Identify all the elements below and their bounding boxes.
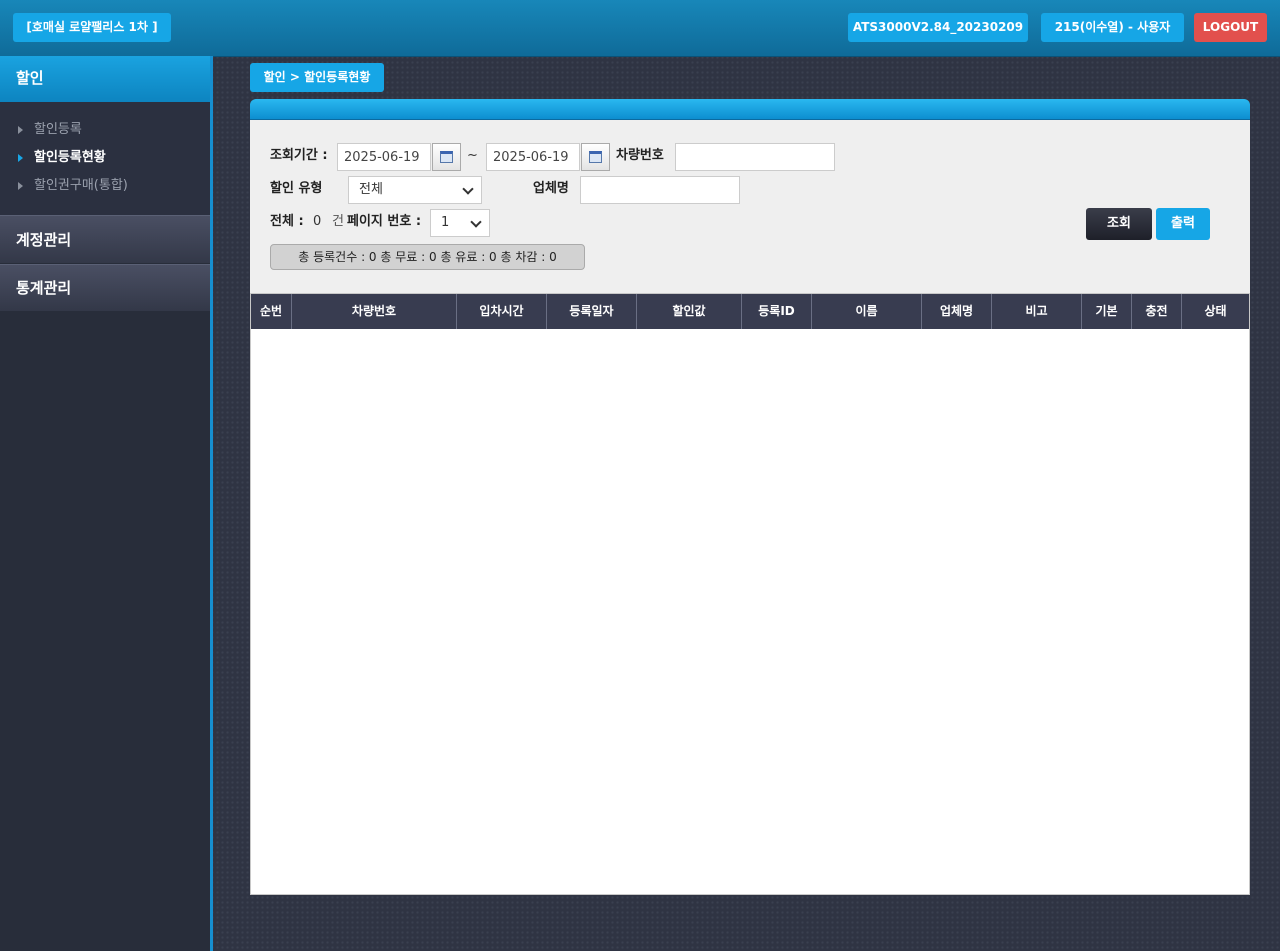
column-header: 기본 [1082,294,1132,329]
plate-input[interactable] [675,143,835,171]
plate-label: 차량번호 [616,148,664,163]
page-select-value: 1 [441,215,450,230]
column-header: 순번 [251,294,292,329]
count-unit: 건 [332,214,344,229]
total-label: 전체 : [270,214,304,229]
sidebar-item-ticket-purchase[interactable]: 할인권구매(통합) [18,176,128,196]
site-name-button[interactable]: [호매실 로얄팰리스 1차 ] [13,13,171,42]
sidebar-menu: 할인등록 할인등록현황 할인권구매(통합) [0,102,210,215]
caret-right-icon [18,125,23,134]
discount-type-label: 할인 유형 [270,181,323,196]
print-button[interactable]: 출력 [1156,208,1210,240]
chevron-down-icon [470,216,482,228]
sidebar-section-account[interactable]: 계정관리 [0,215,210,263]
column-header: 이름 [812,294,922,329]
page-select[interactable]: 1 [430,209,490,237]
date-from-input[interactable] [337,143,431,171]
caret-right-icon [18,153,23,162]
panel-header [250,99,1250,120]
sidebar-item-discount-register[interactable]: 할인등록 [18,120,82,140]
page-label: 페이지 번호 : [347,214,422,229]
caret-right-icon [18,181,23,190]
calendar-icon[interactable] [581,143,610,171]
summary-bar: 총 등록건수 : 0 총 무료 : 0 총 유료 : 0 총 차감 : 0 [270,244,585,270]
date-to-input[interactable] [486,143,580,171]
column-header: 등록ID [742,294,812,329]
column-header: 차량번호 [292,294,457,329]
sidebar-item-label: 할인권구매(통합) [34,178,128,193]
discount-type-select[interactable]: 전체 [348,176,482,204]
column-header: 등록일자 [547,294,637,329]
chevron-down-icon [462,183,474,195]
search-button[interactable]: 조회 [1086,208,1152,240]
sidebar: 할인 할인등록 할인등록현황 할인권구매(통합) 계정관리 통계관리 [0,56,213,951]
user-badge[interactable]: 215(이수열) - 사용자 [1041,13,1184,42]
version-badge: ATS3000V2.84_20230209 [848,13,1028,42]
company-label: 업체명 [533,181,569,196]
discount-type-value: 전체 [359,182,383,197]
period-label: 조회기간 : [270,148,328,163]
sidebar-section-stats[interactable]: 통계관리 [0,264,210,311]
sidebar-item-label: 할인등록현황 [34,150,106,165]
column-header: 비고 [992,294,1082,329]
column-header: 상태 [1204,304,1227,318]
calendar-icon[interactable] [432,143,461,171]
column-header: 업체명 [922,294,992,329]
date-separator: ~ [467,148,478,163]
sidebar-item-label: 할인등록 [34,122,82,137]
top-bar: [호매실 로얄팰리스 1차 ] ATS3000V2.84_20230209 21… [0,0,1280,57]
column-header: 할인값 [637,294,742,329]
company-input[interactable] [580,176,740,204]
sidebar-item-discount-status[interactable]: 할인등록현황 [18,148,106,168]
breadcrumb: 할인 > 할인등록현황 [250,63,384,92]
column-header: 충전 [1132,294,1182,329]
sidebar-section-discount[interactable]: 할인 [0,56,210,102]
filter-panel: 조회기간 : ~ 차량번호 할인 유형 전체 업체명 전체 : 0 건 페이지 … [250,120,1250,293]
results-table: 순번 차량번호 입차시간 등록일자 할인값 등록ID 이름 업체명 비고 기본 … [250,293,1250,895]
table-header: 순번 차량번호 입차시간 등록일자 할인값 등록ID 이름 업체명 비고 기본 … [251,294,1249,329]
column-header: 입차시간 [457,294,547,329]
logout-button[interactable]: LOGOUT [1194,13,1267,42]
total-count: 0 [313,214,322,229]
